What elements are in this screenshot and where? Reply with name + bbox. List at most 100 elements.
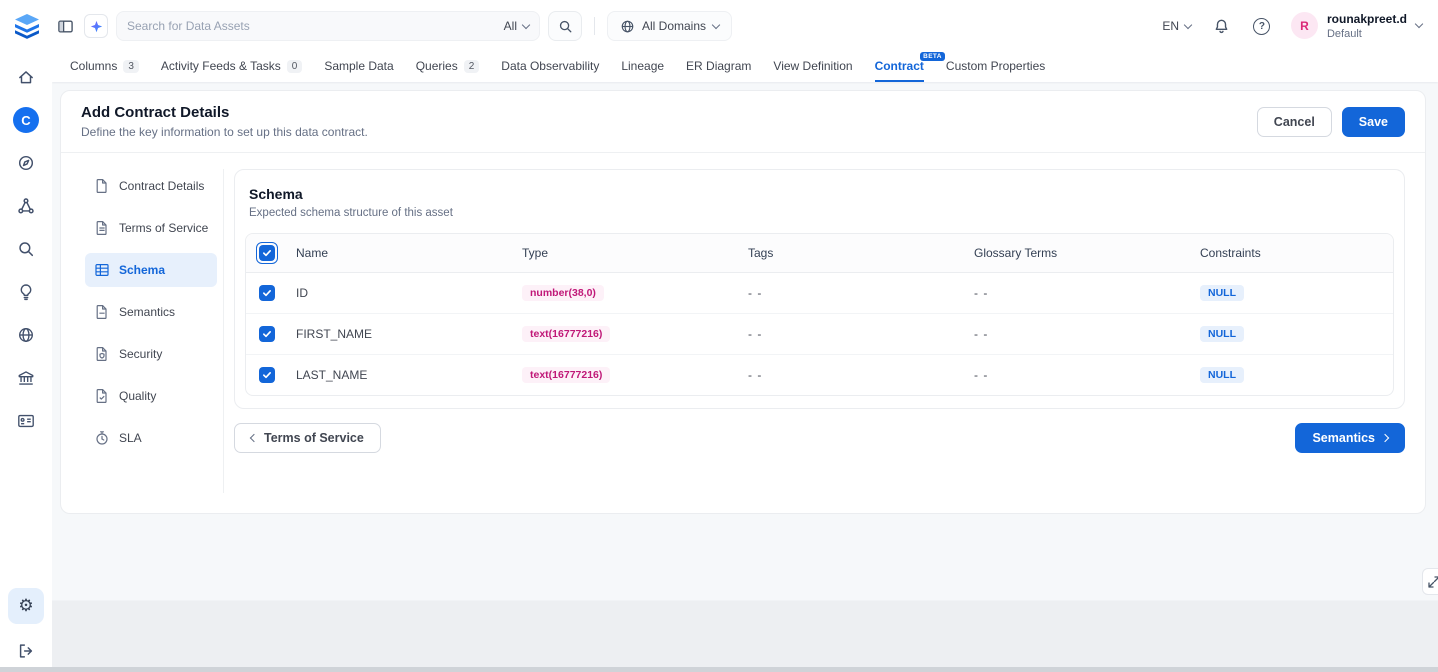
table-row: LAST_NAME text(16777216) - - - - NULL (246, 355, 1393, 395)
avatar: R (1291, 12, 1318, 39)
tab-bar: Columns 3 Activity Feeds & Tasks 0 Sampl… (52, 52, 1438, 82)
language-selector[interactable]: EN (1162, 19, 1191, 33)
column-header-name: Name (288, 238, 514, 268)
tab-columns[interactable]: Columns 3 (70, 52, 139, 82)
row-checkbox[interactable] (259, 285, 275, 301)
step-semantics[interactable]: Semantics (85, 295, 217, 329)
tags-value: - - (740, 356, 966, 394)
header-divider (594, 17, 595, 35)
schema-subtitle: Expected schema structure of this asset (245, 207, 1394, 219)
column-name: FIRST_NAME (288, 315, 514, 353)
column-name: ID (288, 274, 514, 312)
step-schema[interactable]: Schema (85, 253, 217, 287)
tags-value: - - (740, 315, 966, 353)
tab-data-observability[interactable]: Data Observability (501, 52, 599, 82)
logout-icon[interactable] (9, 634, 43, 668)
home-icon[interactable] (9, 60, 43, 94)
file-icon (94, 304, 110, 320)
save-button[interactable]: Save (1342, 107, 1405, 137)
tab-view-definition[interactable]: View Definition (773, 52, 852, 82)
file-lines-icon (94, 220, 110, 236)
card-header: Add Contract Details Define the key info… (61, 91, 1425, 153)
step-security[interactable]: Security (85, 337, 217, 371)
governance-bank-icon[interactable] (9, 361, 43, 395)
global-search[interactable]: All (116, 11, 540, 41)
file-shield-icon (94, 346, 110, 362)
row-checkbox[interactable] (259, 367, 275, 383)
chevron-down-icon (522, 20, 530, 28)
chevron-left-icon (250, 434, 258, 442)
row-checkbox[interactable] (259, 326, 275, 342)
tab-count-badge: 2 (464, 60, 480, 73)
stopwatch-icon (94, 430, 110, 446)
tab-activity-feeds[interactable]: Activity Feeds & Tasks 0 (161, 52, 302, 82)
column-header-constraints: Constraints (1192, 238, 1393, 268)
file-check-icon (94, 388, 110, 404)
step-terms-of-service[interactable]: Terms of Service (85, 211, 217, 245)
step-contract-details[interactable]: Contract Details (85, 169, 217, 203)
app-c-icon[interactable]: C (9, 103, 43, 137)
help-icon[interactable]: ? (1249, 13, 1275, 39)
table-grid-icon (94, 262, 110, 278)
contract-card: Add Contract Details Define the key info… (60, 90, 1426, 514)
tab-er-diagram[interactable]: ER Diagram (686, 52, 751, 82)
search-scope-value: All (504, 19, 517, 33)
globe-icon (620, 19, 635, 34)
network-graph-icon[interactable] (9, 189, 43, 223)
page-subtitle: Define the key information to set up thi… (81, 125, 368, 139)
header-actions: Cancel Save (1257, 107, 1405, 137)
tags-value: - - (740, 274, 966, 312)
rail-search-icon[interactable] (9, 232, 43, 266)
constraint-tag: NULL (1200, 326, 1244, 342)
domains-selector[interactable]: All Domains (607, 11, 732, 41)
compass-icon[interactable] (9, 146, 43, 180)
tab-custom-properties[interactable]: Custom Properties (946, 52, 1045, 82)
search-scope-dropdown[interactable]: All (504, 19, 529, 33)
table-header-row: Name Type Tags Glossary Terms Constraint… (246, 234, 1393, 273)
checkbox-checked-icon (259, 245, 275, 261)
resize-handle-icon[interactable] (1422, 568, 1438, 595)
sidebar-toggle-icon[interactable] (52, 13, 78, 39)
tab-queries[interactable]: Queries 2 (416, 52, 480, 82)
user-name: rounakpreet.d (1327, 12, 1407, 26)
knowledge-card-icon[interactable] (9, 404, 43, 438)
card-header-text: Add Contract Details Define the key info… (81, 104, 368, 139)
select-all-checkbox[interactable] (256, 242, 278, 264)
glossary-value: - - (966, 315, 1192, 353)
tab-contract[interactable]: Contract BETA (875, 52, 924, 82)
bottom-edge (0, 667, 1438, 672)
main-area: Columns 3 Activity Feeds & Tasks 0 Sampl… (52, 52, 1438, 672)
card-body: Contract Details Terms of Service (61, 153, 1425, 513)
domains-globe-icon[interactable] (9, 318, 43, 352)
step-quality[interactable]: Quality (85, 379, 217, 413)
notifications-bell-icon[interactable] (1209, 13, 1235, 39)
cancel-button[interactable]: Cancel (1257, 107, 1332, 137)
table-row: FIRST_NAME text(16777216) - - - - NULL (246, 314, 1393, 355)
file-icon (94, 178, 110, 194)
contract-steps-nav: Contract Details Terms of Service (85, 169, 217, 493)
tab-sample-data[interactable]: Sample Data (324, 52, 393, 82)
next-step-button[interactable]: Semantics (1295, 423, 1405, 453)
app-logo-icon[interactable] (12, 13, 42, 40)
schema-table: Name Type Tags Glossary Terms Constraint… (245, 233, 1394, 396)
prev-step-button[interactable]: Terms of Service (234, 423, 381, 453)
search-icon[interactable] (548, 11, 582, 41)
schema-title: Schema (245, 186, 1394, 202)
user-menu[interactable]: R rounakpreet.d Default (1291, 12, 1422, 39)
user-org: Default (1327, 28, 1407, 40)
domains-label: All Domains (642, 19, 706, 33)
step-sla[interactable]: SLA (85, 421, 217, 455)
left-rail: C (0, 52, 52, 672)
schema-panel: Schema Expected schema structure of this… (234, 169, 1405, 409)
column-header-type: Type (514, 238, 740, 268)
page-title: Add Contract Details (81, 104, 368, 121)
bulb-icon[interactable] (9, 275, 43, 309)
tab-count-badge: 0 (287, 60, 303, 73)
type-tag: number(38,0) (522, 285, 604, 301)
search-input[interactable] (127, 19, 496, 33)
type-tag: text(16777216) (522, 326, 610, 342)
tab-lineage[interactable]: Lineage (621, 52, 664, 82)
ai-sparkle-icon[interactable] (84, 14, 108, 38)
settings-gear-icon[interactable]: ⚙ (8, 588, 44, 624)
table-row: ID number(38,0) - - - - NULL (246, 273, 1393, 314)
